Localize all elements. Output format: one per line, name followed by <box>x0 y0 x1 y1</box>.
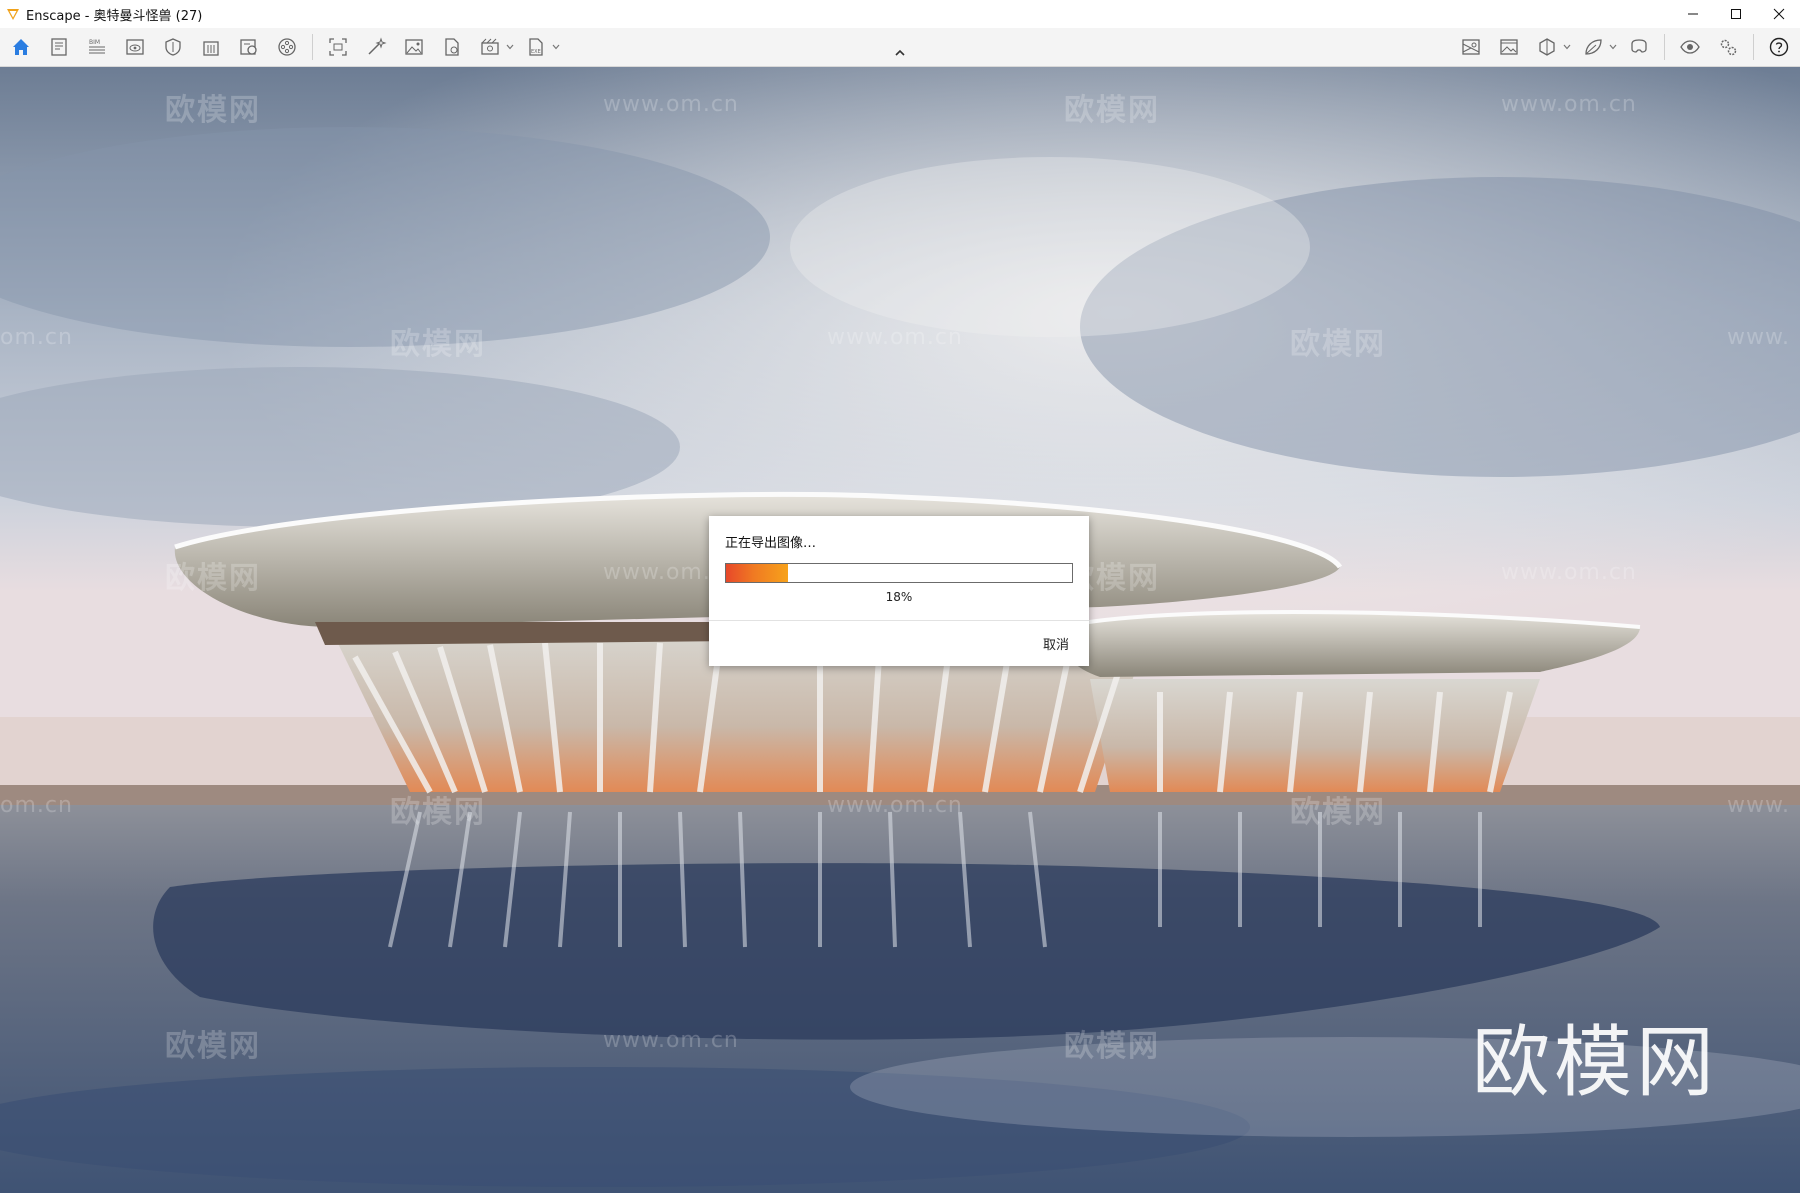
minimize-icon <box>1687 13 1698 15</box>
svg-text:EXE: EXE <box>531 49 541 55</box>
leaf-asset-icon <box>1585 39 1602 55</box>
watermark-brand: 欧模网 <box>1290 795 1386 830</box>
watermark-brand: 欧模网 <box>1064 1029 1160 1064</box>
maximize-button[interactable] <box>1714 0 1757 28</box>
toolbar-separator <box>312 34 313 60</box>
chevron-down-icon <box>506 44 514 50</box>
chevron-down-icon <box>552 44 560 50</box>
image-button[interactable] <box>399 32 429 62</box>
map-view-button[interactable] <box>1456 32 1486 62</box>
cube-view-button[interactable] <box>1532 32 1562 62</box>
window-controls <box>1671 0 1800 28</box>
help-button[interactable] <box>1764 32 1794 62</box>
watermark-brand: 欧模网 <box>165 93 261 128</box>
image-icon <box>405 39 423 55</box>
export-progress-dialog: 正在导出图像… 18% 取消 <box>709 516 1089 666</box>
watermark-brand: 欧模网 <box>1290 327 1386 362</box>
dialog-title: 正在导出图像… <box>725 536 817 551</box>
chevron-down-icon <box>1563 44 1571 50</box>
view-icon <box>126 39 144 55</box>
watermark-brand: 欧模网 <box>165 1029 261 1064</box>
help-icon <box>1769 37 1789 57</box>
watermark-url: www.om.cn <box>827 793 963 818</box>
file-export-icon <box>445 38 459 56</box>
shield-icon <box>165 38 181 56</box>
chevron-down-icon <box>1609 44 1617 50</box>
watermark-url: www.om.cn <box>1501 92 1637 117</box>
view-button[interactable] <box>120 32 150 62</box>
map-view-icon <box>1462 39 1480 55</box>
cube-view-dropdown[interactable] <box>1562 32 1572 62</box>
toolbar-separator <box>1664 34 1665 60</box>
watermark-url-partial: om.cn <box>0 793 73 818</box>
watermark-url-partial-right: www. <box>1727 793 1790 818</box>
collapse-toolbar-icon[interactable] <box>893 46 907 60</box>
exe-export-dropdown[interactable] <box>551 32 561 62</box>
document-button[interactable] <box>44 32 74 62</box>
magic-wand-button[interactable] <box>361 32 391 62</box>
image-gallery-icon <box>1500 39 1518 55</box>
cube-view-icon <box>1539 38 1555 56</box>
export-progress-bar <box>725 563 1073 583</box>
eye-icon <box>1680 40 1700 54</box>
home-icon <box>13 39 29 55</box>
watermark-url: www.om.cn <box>603 92 739 117</box>
video-reel-button[interactable] <box>272 32 302 62</box>
watermark-brand: 欧模网 <box>1064 93 1160 128</box>
vr-headset-button[interactable] <box>1624 32 1654 62</box>
progress-fill <box>726 564 789 582</box>
progress-percent: 18% <box>885 590 913 604</box>
eye-button[interactable] <box>1675 32 1705 62</box>
minimize-button[interactable] <box>1671 0 1714 28</box>
exe-export-button[interactable]: EXE <box>521 32 551 62</box>
image-gallery-button[interactable] <box>1494 32 1524 62</box>
leaf-asset-button[interactable] <box>1578 32 1608 62</box>
toolbar-left-group: BIM EXE <box>2 28 563 66</box>
bim-button[interactable]: BIM <box>82 32 112 62</box>
watermark-url-partial: om.cn <box>0 325 73 350</box>
exe-export-icon: EXE <box>529 38 543 56</box>
building-button[interactable] <box>196 32 226 62</box>
media-icon <box>240 39 257 55</box>
shield-button[interactable] <box>158 32 188 62</box>
magic-wand-icon <box>368 37 387 55</box>
batch-render-button[interactable] <box>475 32 505 62</box>
document-icon <box>51 38 67 56</box>
leaf-asset-dropdown[interactable] <box>1608 32 1618 62</box>
video-reel-icon <box>278 38 296 56</box>
watermark-url-partial-right: www. <box>1727 325 1790 350</box>
batch-render-dropdown[interactable] <box>505 32 515 62</box>
svg-text:BIM: BIM <box>89 39 100 46</box>
close-icon <box>1773 8 1784 20</box>
maximize-icon <box>1730 9 1741 19</box>
watermark-url: www.om.cn <box>603 1028 739 1053</box>
batch-render-icon <box>481 38 499 55</box>
window-title: Enscape - 奥特曼斗怪兽 (27) <box>26 8 203 24</box>
settings-gears-icon <box>1720 39 1737 56</box>
dialog-divider <box>709 620 1089 621</box>
watermark-logo: 欧模网 <box>1472 1018 1719 1108</box>
toolbar-separator <box>1753 34 1754 60</box>
settings-gears-button[interactable] <box>1713 32 1743 62</box>
bim-icon: BIM <box>89 39 105 54</box>
close-button[interactable] <box>1757 0 1800 28</box>
home-button[interactable] <box>6 32 36 62</box>
cancel-button[interactable]: 取消 <box>1043 634 1069 653</box>
watermark-brand: 欧模网 <box>165 561 261 596</box>
capture-button[interactable] <box>323 32 353 62</box>
vr-headset-icon <box>1631 39 1647 53</box>
capture-icon <box>329 38 347 56</box>
toolbar-right-group <box>1452 28 1798 66</box>
media-button[interactable] <box>234 32 264 62</box>
watermark-url: www.om.cn <box>827 325 963 350</box>
building-icon <box>203 41 219 56</box>
watermark-url: www.om.cn <box>1501 560 1637 585</box>
enscape-logo <box>7 9 19 20</box>
watermark-brand: 欧模网 <box>390 327 486 362</box>
watermark-brand: 欧模网 <box>390 795 486 830</box>
file-export-button[interactable] <box>437 32 467 62</box>
title-bar: Enscape - 奥特曼斗怪兽 (27) <box>0 0 1800 28</box>
